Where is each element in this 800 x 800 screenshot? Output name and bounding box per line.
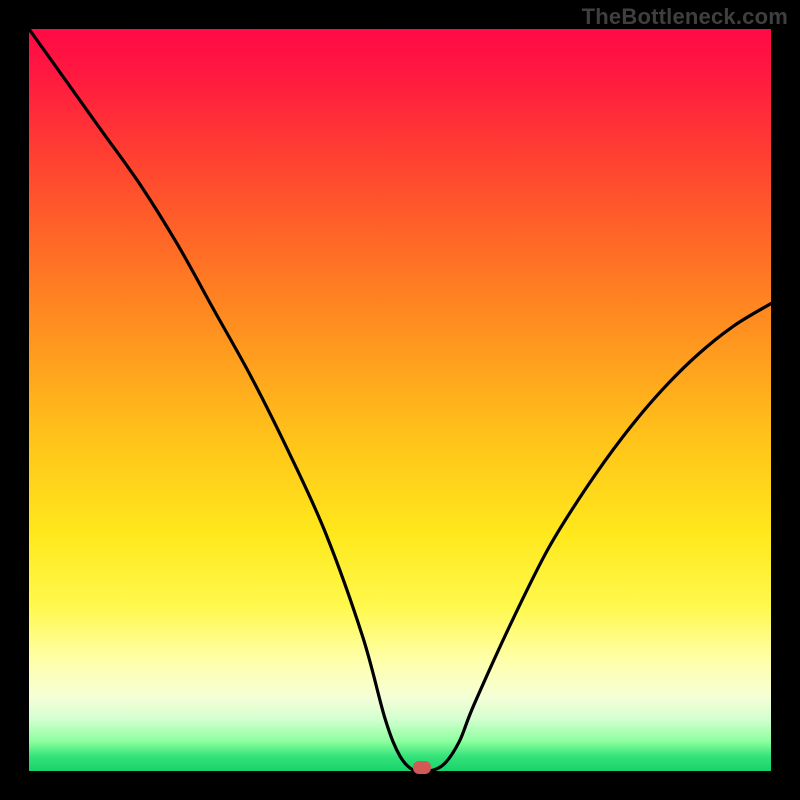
bottleneck-curve xyxy=(29,29,771,771)
watermark-text: TheBottleneck.com xyxy=(582,4,788,30)
chart-frame: TheBottleneck.com xyxy=(0,0,800,800)
optimal-marker xyxy=(413,761,431,774)
plot-area xyxy=(29,29,771,771)
